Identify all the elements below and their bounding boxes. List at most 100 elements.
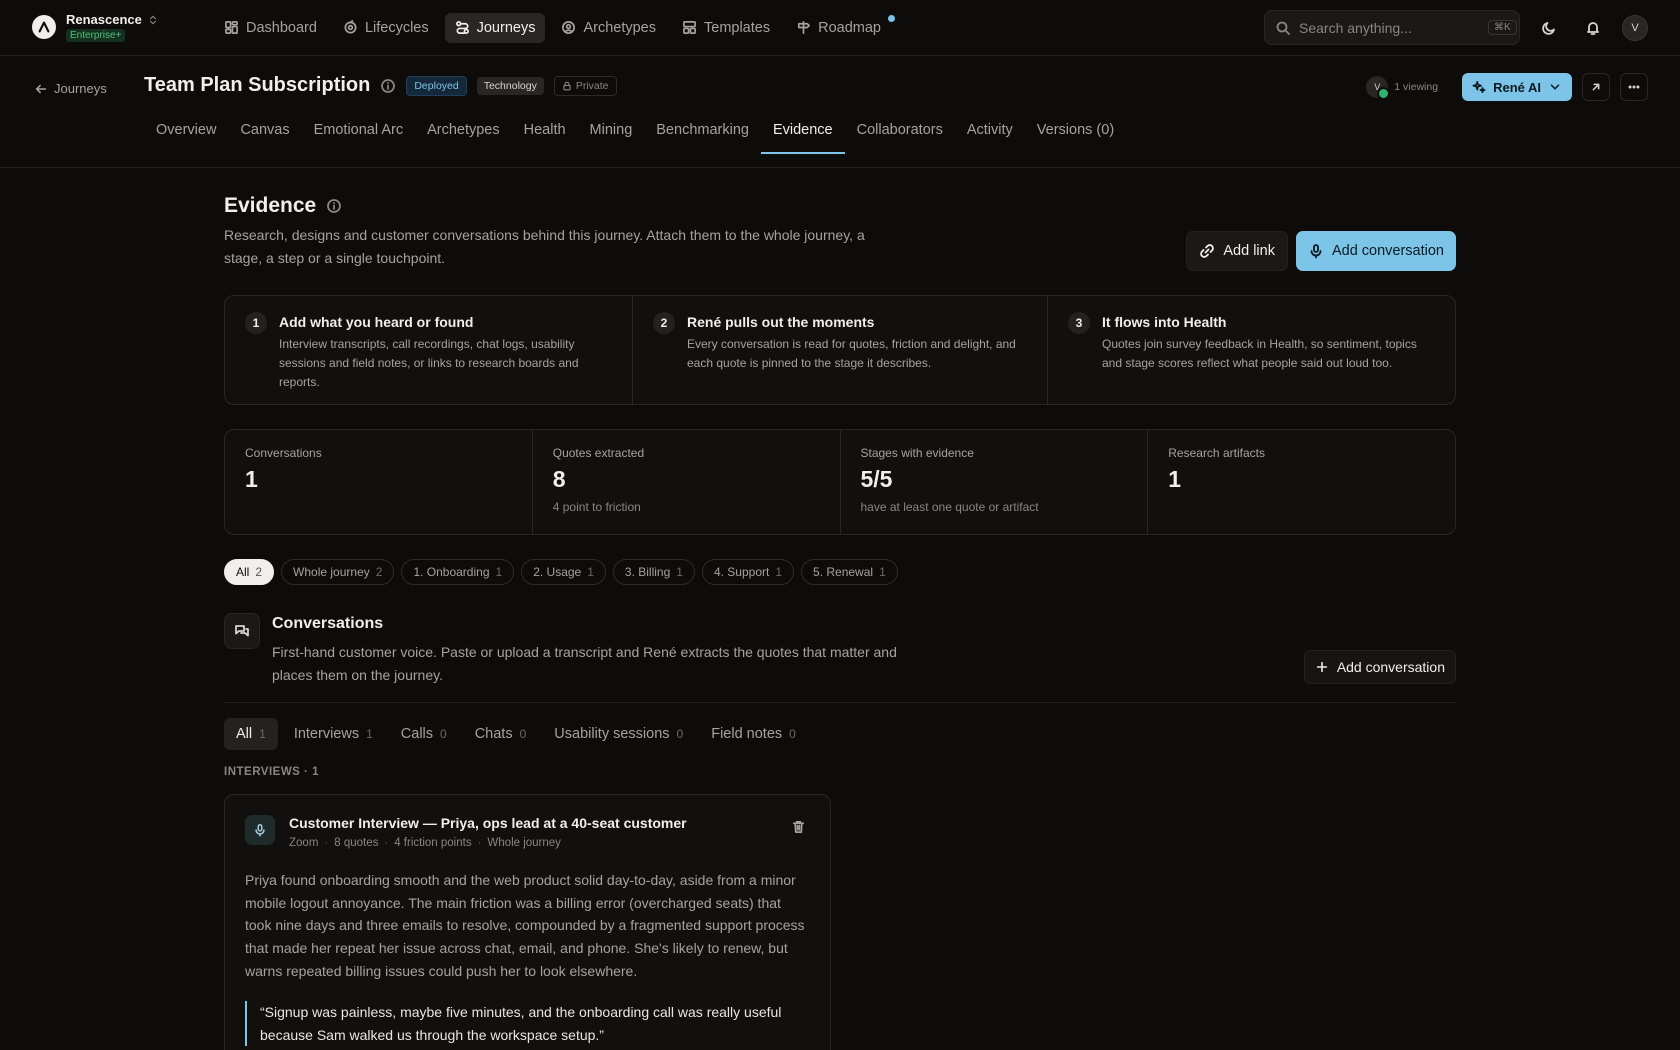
chip-label: All [236,565,250,579]
section-description: Research, designs and customer conversat… [224,227,865,267]
stat-value: 1 [1168,466,1182,492]
journey-tabs: Overview Canvas Emotional Arc Archetypes… [144,112,1126,154]
nav-label: Templates [704,19,771,36]
nav-templates[interactable]: Templates [672,13,780,43]
tab-archetypes[interactable]: Archetypes [415,112,512,154]
add-conversation-label: Add conversation [1336,659,1445,675]
lock-icon [562,81,572,91]
conversation-type-tabs: All 1 Interviews 1 Calls 0 Chats 0 Usability… [224,718,808,750]
more-options-button[interactable] [1620,73,1648,101]
tab-emotional-arc[interactable]: Emotional Arc [302,112,415,154]
user-avatar[interactable]: V [1622,14,1648,41]
nav-archetypes[interactable]: Archetypes [551,13,666,43]
notifications-button[interactable] [1578,13,1608,43]
plus-icon [1315,660,1329,674]
subtab-label: Usability sessions [554,726,670,742]
add-conversation-label: Add conversation [1331,243,1444,259]
filter-chip-whole-journey[interactable]: Whole journey 2 [281,559,395,585]
step-description: Interview transcripts, call recordings, … [279,337,579,390]
workspace-name: Renascence [66,11,142,27]
tab-benchmarking[interactable]: Benchmarking [644,112,761,154]
filter-chip-billing[interactable]: 3. Billing 1 [612,559,695,585]
tab-collaborators[interactable]: Collaborators [845,112,955,154]
extracted-quote: “Signup was painless, maybe five minutes… [245,1001,805,1047]
meta-scope: Whole journey [487,837,561,849]
back-to-journeys-link[interactable]: Journeys [34,81,107,96]
visibility-badge: Private [553,75,617,96]
info-icon[interactable] [380,78,396,94]
nav-roadmap[interactable]: Roadmap [786,13,895,43]
filter-chip-usage[interactable]: 2. Usage 1 [521,559,606,585]
chip-label: Whole journey [293,565,370,579]
nav-lifecycles[interactable]: Lifecycles [333,13,439,43]
meta-quotes: 8 quotes [334,837,379,849]
conversation-card[interactable]: Customer Interview — Priya, ops lead at … [224,794,831,1050]
tab-health[interactable]: Health [512,112,578,154]
chip-count: 2 [375,565,383,579]
filter-chip-onboarding[interactable]: 1. Onboarding 1 [401,559,515,585]
link-icon [1199,243,1215,259]
how-it-works-steps: 1 Add what you heard or found Interview … [224,295,1456,405]
back-label: Journeys [54,81,107,96]
conversation-meta: Zoom · 8 quotes · 4 friction points · Wh… [289,837,561,849]
subtab-chats[interactable]: Chats 0 [463,718,539,750]
conversation-title[interactable]: Customer Interview — Priya, ops lead at … [289,815,687,831]
add-link-button[interactable]: Add link [1186,231,1288,271]
rene-ai-button[interactable]: René AI [1462,73,1572,101]
tab-canvas[interactable]: Canvas [228,112,301,154]
stat-value: 1 [245,466,258,492]
template-icon [682,20,697,35]
open-external-button[interactable] [1582,73,1610,101]
subtab-count: 0 [789,727,796,741]
subtab-calls[interactable]: Calls 0 [389,718,459,750]
chat-bubbles-icon [224,613,260,649]
theme-toggle-button[interactable] [1534,13,1564,43]
tab-mining[interactable]: Mining [578,112,645,154]
filter-chip-all[interactable]: All 2 [224,559,275,585]
step-description: Every conversation is read for quotes, f… [687,337,1016,371]
chip-label: 2. Usage [533,565,582,579]
subtab-label: All [236,726,253,742]
tab-overview[interactable]: Overview [144,112,228,154]
meta-separator: · [477,837,482,849]
nav-dashboard[interactable]: Dashboard [214,13,327,43]
filter-chip-support[interactable]: 4. Support 1 [701,559,795,585]
top-navigation-bar: Renascence Enterprise+ Dashboard Lifecyc… [0,0,1680,56]
search-input[interactable] [1299,19,1480,36]
step-title: Add what you heard or found [279,314,474,330]
add-conversation-button[interactable]: Add conversation [1295,231,1456,271]
nav-journeys[interactable]: Journeys [444,12,546,43]
bell-icon [1585,20,1601,36]
section-title: Evidence [224,194,317,217]
subtab-all[interactable]: All 1 [224,718,278,750]
chip-label: 1. Onboarding [413,565,490,579]
delete-conversation-button[interactable] [791,819,806,834]
global-search[interactable]: ⌘K [1264,10,1520,45]
subtab-field-notes[interactable]: Field notes 0 [699,718,808,750]
chip-count: 1 [676,565,683,579]
tab-activity[interactable]: Activity [955,112,1025,154]
step-card: 1 Add what you heard or found Interview … [225,296,633,404]
stat-subtext: have at least one quote or artifact [860,500,1039,514]
route-icon [455,20,470,35]
subtab-label: Field notes [711,726,783,742]
evidence-stats: Conversations 1 Quotes extracted 8 4 poi… [224,429,1456,535]
sparkles-icon [1472,80,1486,94]
tab-evidence[interactable]: Evidence [760,112,845,154]
tab-versions[interactable]: Versions (0) [1025,112,1126,154]
subtab-interviews[interactable]: Interviews 1 [282,718,385,750]
subtab-count: 1 [259,727,266,741]
info-icon[interactable] [326,198,342,214]
workspace-switcher[interactable]: Renascence Enterprise+ [32,11,192,43]
visibility-label: Private [575,79,609,92]
stat-label: Conversations [245,446,322,460]
filter-chip-renewal[interactable]: 5. Renewal 1 [801,559,898,585]
new-indicator-dot [887,14,895,22]
brand-logo-icon [32,15,56,40]
add-conversation-secondary-button[interactable]: Add conversation [1303,650,1456,684]
meta-separator: · [324,837,329,849]
subtab-usability-sessions[interactable]: Usability sessions 0 [542,718,695,750]
step-card: 3 It flows into Health Quotes join surve… [1048,296,1455,404]
stat-stages: Stages with evidence 5/5 have at least o… [841,430,1149,534]
step-card: 2 René pulls out the moments Every conve… [633,296,1048,404]
